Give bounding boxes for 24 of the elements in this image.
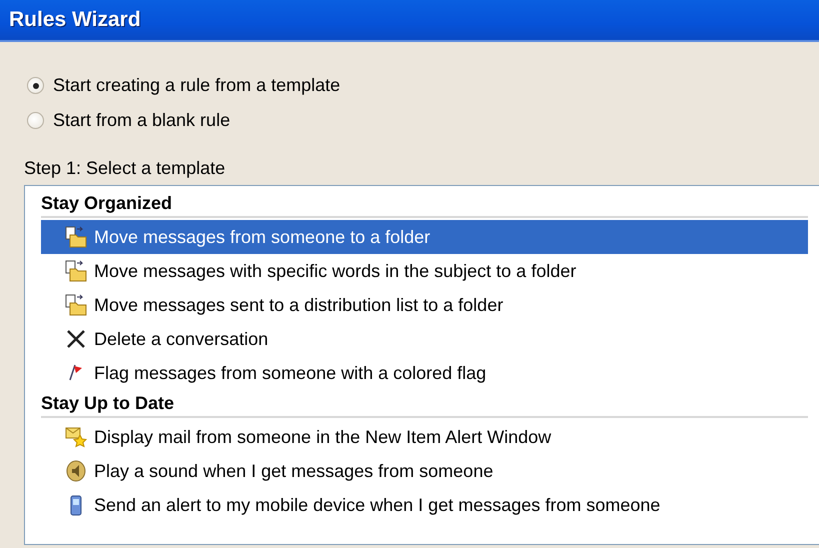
template-item[interactable]: Move messages from someone to a folder xyxy=(41,220,808,254)
radio-button[interactable] xyxy=(27,77,44,94)
template-item[interactable]: Display mail from someone in the New Item Alert Window xyxy=(41,420,808,454)
radio-option[interactable]: Start creating a rule from a template xyxy=(24,68,819,103)
delete-icon xyxy=(65,328,87,350)
radio-label: Start creating a rule from a template xyxy=(53,75,340,96)
template-item[interactable]: Send an alert to my mobile device when I get messages from someone xyxy=(41,488,808,522)
group-heading: Stay Organized xyxy=(41,190,808,218)
template-item[interactable]: Move messages sent to a distribution list to a folder xyxy=(41,288,808,322)
template-item[interactable]: Flag messages from someone with a colored flag xyxy=(41,356,808,390)
folder-icon xyxy=(65,294,87,316)
envelope-star-icon xyxy=(65,426,87,448)
radio-label: Start from a blank rule xyxy=(53,110,230,131)
speaker-icon xyxy=(65,460,87,482)
radio-option[interactable]: Start from a blank rule xyxy=(24,103,819,138)
folder-icon xyxy=(65,260,87,282)
template-item[interactable]: Delete a conversation xyxy=(41,322,808,356)
step-label: Step 1: Select a template xyxy=(24,158,226,179)
template-item[interactable]: Play a sound when I get messages from someone xyxy=(41,454,808,488)
group-heading: Stay Up to Date xyxy=(41,390,808,418)
folder-icon xyxy=(65,226,87,248)
template-item[interactable]: Move messages with specific words in the subject to a folder xyxy=(41,254,808,288)
window-title: Rules Wizard xyxy=(9,8,141,32)
radio-button[interactable] xyxy=(27,112,44,129)
